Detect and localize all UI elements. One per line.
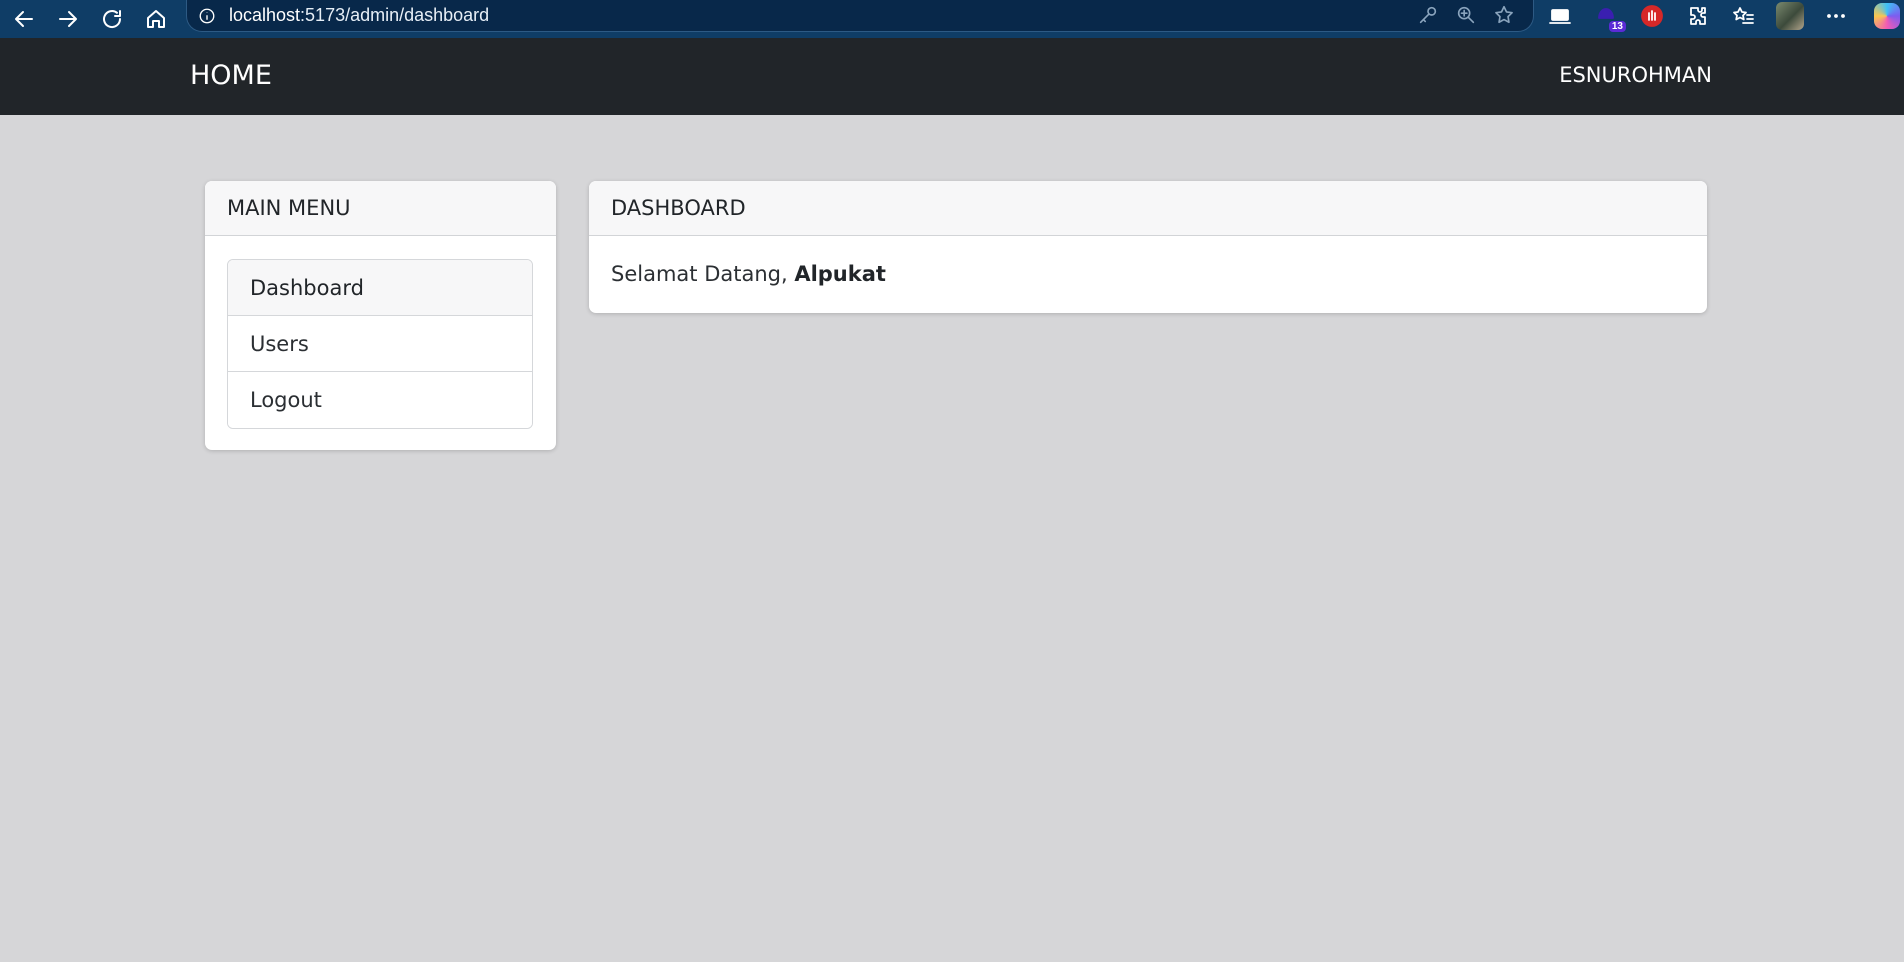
home-button[interactable]	[136, 4, 176, 34]
menu-item-logout[interactable]: Logout	[228, 372, 532, 428]
address-bar[interactable]: localhost:5173/admin/dashboard	[186, 0, 1534, 32]
home-icon	[147, 10, 165, 28]
menu-item-dashboard[interactable]: Dashboard	[228, 260, 532, 316]
welcome-greeting: Selamat Datang,	[611, 262, 795, 286]
more-menu-icon[interactable]	[1822, 2, 1850, 30]
forward-button[interactable]	[48, 4, 88, 34]
menu-list: Dashboard Users Logout	[227, 259, 533, 429]
favorite-star-icon[interactable]	[1493, 4, 1515, 26]
favorites-list-icon[interactable]	[1730, 2, 1758, 30]
extension-badge: 13	[1608, 21, 1626, 32]
dashboard-title: DASHBOARD	[589, 181, 1707, 236]
copilot-icon[interactable]	[1868, 2, 1900, 30]
extensions-puzzle-icon[interactable]	[1684, 2, 1712, 30]
key-icon[interactable]	[1417, 4, 1439, 26]
user-name-link[interactable]: ESNUROHMAN	[1559, 63, 1712, 87]
url-path: :5173/admin/dashboard	[300, 5, 490, 25]
refresh-icon	[103, 10, 122, 28]
welcome-message: Selamat Datang, Alpukat	[589, 236, 1707, 286]
refresh-button[interactable]	[92, 4, 132, 34]
url-host: localhost	[229, 5, 301, 25]
main-menu-card: MAIN MENU Dashboard Users Logout	[205, 181, 556, 450]
welcome-user-name: Alpukat	[794, 262, 886, 286]
extension-hat-icon[interactable]: 13	[1592, 2, 1626, 32]
arrow-right-icon	[59, 11, 77, 27]
screen-cast-icon[interactable]	[1546, 2, 1574, 30]
arrow-left-icon	[15, 11, 33, 27]
app-navbar: HOME ESNUROHMAN	[0, 38, 1904, 115]
profile-avatar[interactable]	[1776, 2, 1804, 30]
url-text[interactable]: localhost:5173/admin/dashboard	[229, 5, 489, 26]
browser-toolbar: localhost:5173/admin/dashboard 13	[0, 0, 1904, 38]
dashboard-card: DASHBOARD Selamat Datang, Alpukat	[589, 181, 1707, 313]
site-info-icon[interactable]	[197, 6, 217, 26]
home-brand-link[interactable]: HOME	[190, 60, 272, 91]
menu-item-users[interactable]: Users	[228, 316, 532, 372]
main-menu-title: MAIN MENU	[205, 181, 556, 236]
back-button[interactable]	[4, 4, 44, 34]
zoom-icon[interactable]	[1455, 4, 1477, 26]
blocker-hand-icon[interactable]	[1638, 2, 1666, 30]
